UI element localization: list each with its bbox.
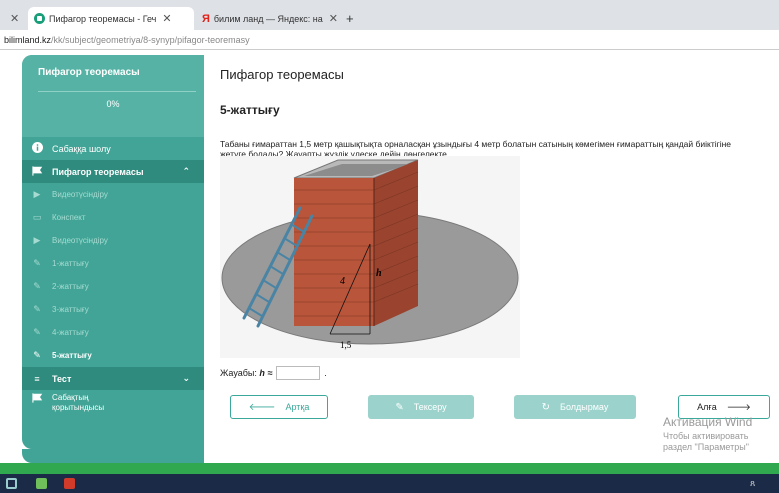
answer-end: . [324,368,327,378]
language-icon[interactable]: ጸ [750,478,770,489]
sidebar-item-video-1[interactable]: ▶ Видеотүсіндіру [22,183,204,206]
url-domain: bilimland.kz [4,35,52,45]
tab-pifagor[interactable]: Пифагор теоремасы - Геч ✕ [28,7,194,30]
edit-icon: ✎ [33,327,41,337]
answer-label: Жауабы: [220,368,257,378]
edit-icon: ✎ [33,281,41,291]
check-button[interactable]: ✎ Тексеру [368,395,474,419]
sidebar-divider [38,91,196,92]
info-icon [22,142,52,155]
give-up-button-label: Болдырмау [560,402,609,412]
watermark-line-2: Чтобы активировать [663,431,749,441]
browser-tab-bar: ✕ Пифагор теоремасы - Геч ✕ Я билим ланд… [0,0,779,30]
building-ladder-figure: 4 h 1,5 [220,156,520,358]
sidebar-item-label: Пифагор теоремасы [52,166,144,177]
sidebar-item-exercise-4[interactable]: ✎ 4-жаттығу [22,321,204,344]
tab-yandex[interactable]: Я билим ланд — Яндекс: на ✕ [196,7,338,30]
tab-label: билим ланд — Яндекс: на [213,13,323,24]
sidebar-item-conspect[interactable]: ▭ Конспект [22,206,204,229]
browser-taskbar-icon[interactable] [64,478,75,489]
sidebar-item-label: Видеотүсіндіру [52,190,108,199]
edit-icon: ✎ [33,304,41,314]
exercise-title: 5-жаттығу [220,103,280,117]
sidebar-item-exercise-1[interactable]: ✎ 1-жаттығу [22,252,204,275]
sidebar-item-label: 1-жаттығу [52,259,89,268]
lesson-content: Пифагор теоремасы 5-жаттығу Табаны ғимар… [204,55,779,455]
sidebar-header: Пифагор теоремасы 0% [22,55,204,137]
watermark-line-1: Активация Wind [663,415,753,429]
sidebar-item-overview[interactable]: Сабаққа шолу [22,137,204,160]
progress-percent: 0% [106,99,120,109]
bilimland-favicon-icon [34,13,45,24]
tab-label: Пифагор теоремасы - Геч [49,13,157,24]
task-view-icon[interactable] [6,478,17,489]
sidebar-item-label: 4-жаттығу [52,328,89,337]
sidebar-item-video-2[interactable]: ▶ Видеотүсіндіру [22,229,204,252]
play-icon: ▶ [33,235,41,245]
answer-variable: h ≈ [259,368,273,378]
back-button-label: Артқа [285,402,310,412]
book-icon: ▭ [32,212,42,222]
refresh-icon: ↻ [541,401,551,413]
file-explorer-icon[interactable] [36,478,47,489]
sidebar-footer [22,449,204,463]
sidebar-item-summary[interactable]: Сабақтың қорытындысы [22,390,204,420]
edit-icon: ✎ [33,350,41,360]
arrow-left-icon: 🡐 [248,402,276,413]
next-button-label: Алға [697,402,717,412]
sidebar-item-test[interactable]: ≡ Тест ⌄ [22,367,204,390]
chevron-down-icon[interactable]: ⌄ [182,373,190,384]
sidebar-title: Пифагор теоремасы [38,67,140,78]
page-title: Пифагор теоремасы [220,67,344,82]
sidebar-item-label: Сабақтың қорытындысы [52,393,105,412]
flag-icon [22,393,52,405]
base-distance-label: 1,5 [340,340,352,350]
arrow-right-icon: 🡒 [726,401,751,412]
sidebar-item-exercise-3[interactable]: ✎ 3-жаттығу [22,298,204,321]
watermark-line-3: раздел "Параметры" [663,442,749,452]
address-bar[interactable]: bilimland.kz/kk/subject/geometriya/8-syn… [0,30,779,50]
sidebar-item-label: Конспект [52,213,86,222]
lesson-sidebar: Пифагор теоремасы 0% Сабаққа шолу Пифаго… [22,55,204,449]
sidebar-item-label: 3-жаттығу [52,305,89,314]
list-icon: ≡ [34,373,40,384]
url-path: /kk/subject/geometriya/8-synyp/pifagor-t… [51,35,250,45]
yandex-favicon-icon: Я [202,12,210,25]
sidebar-item-exercise-2[interactable]: ✎ 2-жаттығу [22,275,204,298]
page-footer-bar [0,463,779,474]
close-tab-icon[interactable]: ✕ [329,12,338,25]
edit-icon: ✎ [395,401,404,413]
sidebar-item-label: 2-жаттығу [52,282,89,291]
sidebar-item-label: Сабаққа шолу [52,143,111,154]
check-button-label: Тексеру [413,402,447,412]
give-up-button[interactable]: ↻ Болдырмау [514,395,636,419]
sidebar-item-label: Видеотүсіндіру [52,236,108,245]
close-tab-icon[interactable]: ✕ [162,12,171,25]
sidebar-item-label: Тест [52,373,72,384]
answer-input[interactable] [276,366,321,380]
answer-row: Жауабы: h ≈ . [220,366,327,380]
flag-icon [22,165,52,178]
sidebar-item-exercise-5[interactable]: ✎ 5-жаттығу [22,344,204,367]
chevron-up-icon[interactable]: ⌃ [182,166,190,177]
back-button[interactable]: 🡐 Артқа [230,395,328,419]
sidebar-item-pifagor[interactable]: Пифагор теоремасы ⌃ [22,160,204,183]
close-prev-tab-icon[interactable]: ✕ [4,7,19,30]
height-label: h [376,268,382,279]
ladder-length-label: 4 [340,276,345,287]
windows-activation-watermark: Активация Wind Чтобы активировать раздел… [663,415,752,452]
edit-icon: ✎ [33,258,41,268]
play-icon: ▶ [33,189,41,199]
sidebar-item-label: 5-жаттығу [52,351,92,360]
windows-taskbar: ጸ [0,474,779,493]
new-tab-button[interactable]: + [346,7,354,30]
